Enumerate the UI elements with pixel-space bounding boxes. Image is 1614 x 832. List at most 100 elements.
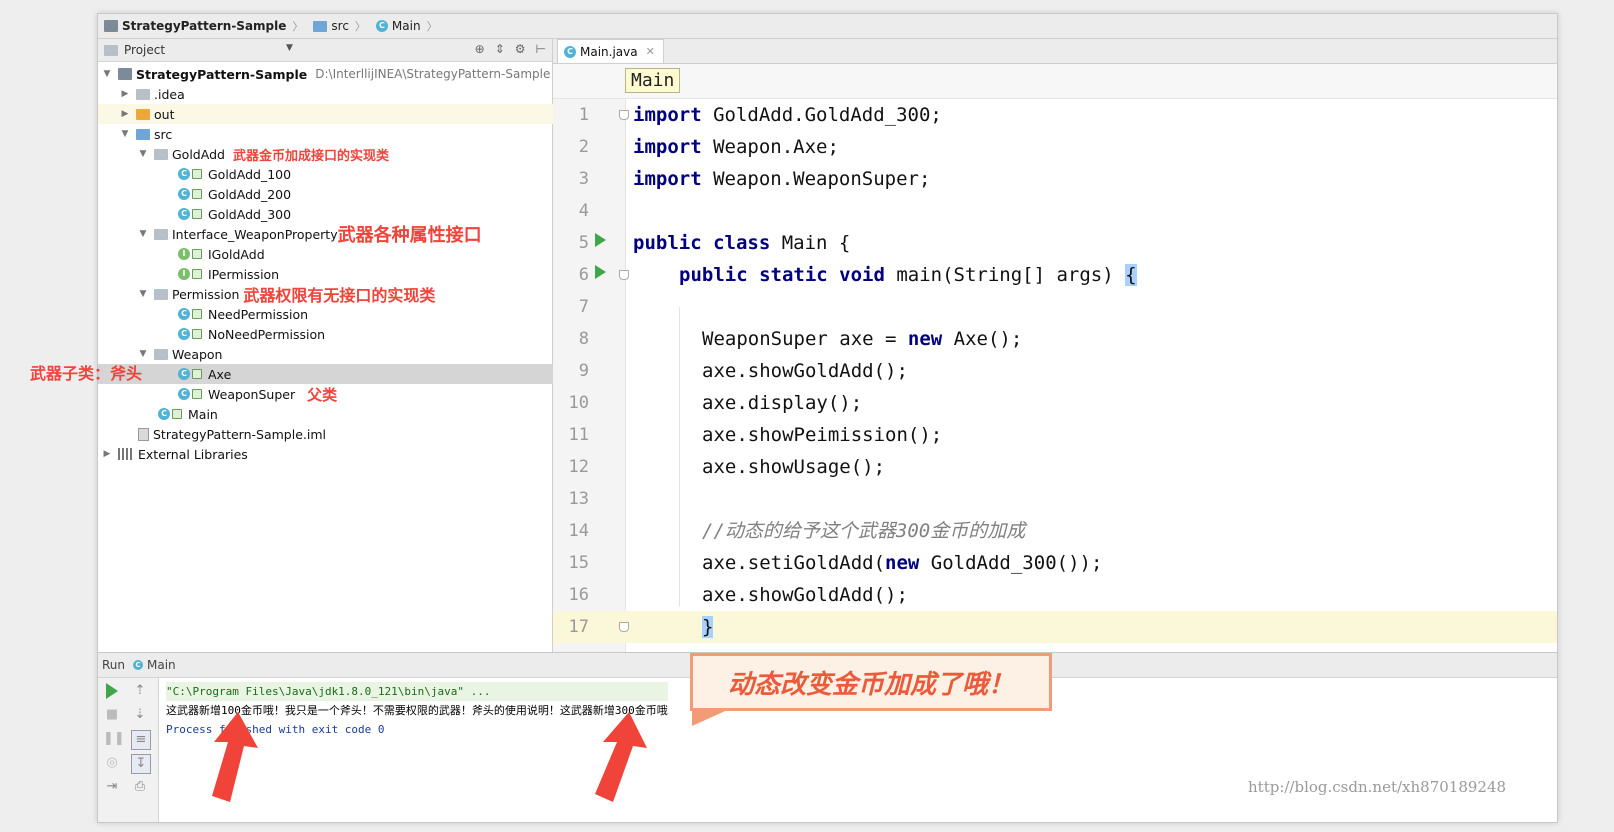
expand-arrow-icon[interactable]: ▼ [138,229,148,239]
line-number: 1 [578,105,589,125]
access-icon [192,209,202,219]
close-icon[interactable]: ✕ [646,45,655,58]
tree-item-src[interactable]: ▼ src [98,124,574,144]
collapsed-arrow-icon[interactable]: ▶ [120,89,130,99]
code-line[interactable]: 11 axe.showPeimission(); [553,419,1557,451]
line-number: 5 [578,233,589,253]
tree-item-out[interactable]: ▶ out [98,104,574,124]
code-line[interactable]: 13 [553,483,1557,515]
module-icon [118,68,132,80]
run-config-label[interactable]: Main [147,658,176,672]
code-line[interactable]: 4 [553,195,1557,227]
breadcrumb-project[interactable]: StrategyPattern-Sample 〉 [98,18,307,34]
tree-item-weaponsuper[interactable]: C WeaponSuper 父类 [98,384,632,404]
code-line[interactable]: 14 //动态的给予这个武器300金币的加成 [553,515,1557,547]
tree-item-goldadd-200[interactable]: C GoldAdd_200 [98,184,632,204]
code-text: import GoldAdd.GoldAdd_300; [633,104,942,126]
tree-item-needpermission[interactable]: C NeedPermission [98,304,632,324]
tree-item-ipermission[interactable]: I IPermission [98,264,632,284]
collapsed-arrow-icon[interactable]: ▶ [102,449,112,459]
class-icon: C [375,20,388,32]
pause-icon[interactable]: ❚❚ [103,730,125,748]
print-icon[interactable]: ⎙ [131,778,149,796]
tree-item-permission[interactable]: ▼ Permission 武器权限有无接口的实现类 [98,284,592,305]
code-line[interactable]: 7 [553,291,1557,323]
tree-item-project-root[interactable]: ▼ StrategyPattern-Sample D:\InterllijINE… [98,64,556,84]
expand-arrow-icon[interactable]: ▼ [138,349,148,359]
code-line[interactable]: 3 import Weapon.WeaponSuper; [553,163,1557,195]
run-gutter-icon[interactable] [595,233,606,247]
fold-icon[interactable] [619,110,629,120]
code-line[interactable]: 6 public static void main(String[] args) … [553,259,1557,291]
gear-icon[interactable]: ⚙ [515,42,526,56]
editor-tabs: C Main.java ✕ [553,39,1557,64]
tree-item-noneedpermission[interactable]: C NoNeedPermission [98,324,632,344]
code-line[interactable]: 9 axe.showGoldAdd(); [553,355,1557,387]
dump-threads-icon[interactable]: ◎ [103,754,121,772]
access-icon [192,169,202,179]
breadcrumb-main[interactable]: C Main 〉 [370,18,442,34]
scroll-from-source-icon[interactable]: ⊕ [475,42,485,56]
code-area[interactable]: 1 import GoldAdd.GoldAdd_300; 2 import Weap… [553,99,1557,652]
arrow-up-icon[interactable]: ⇡ [131,682,149,700]
fold-icon[interactable] [619,622,629,632]
tree-item-weapon[interactable]: ▼ Weapon [98,344,592,364]
code-line[interactable]: 10 axe.display(); [553,387,1557,419]
tree-item-goldadd-100[interactable]: C GoldAdd_100 [98,164,632,184]
project-panel-header: Project ▼ ⊕ ⇕ ⚙ ⊢ [98,39,552,62]
code-line[interactable]: 15 axe.setiGoldAdd(new GoldAdd_300()); [553,547,1557,579]
fold-icon[interactable] [619,270,629,280]
arrow-down-icon[interactable]: ⇣ [131,706,149,724]
tree-item-idea[interactable]: ▶ .idea [98,84,574,104]
line-number: 6 [578,265,589,285]
tree-item-axe[interactable]: C Axe [98,364,632,384]
line-number: 3 [578,169,589,189]
run-gutter-icon[interactable] [595,265,606,279]
source-folder-icon [136,128,150,140]
rerun-button[interactable] [103,682,121,700]
expand-arrow-icon[interactable]: ▼ [138,149,148,159]
code-line[interactable]: 8 WeaponSuper axe = new Axe(); [553,323,1557,355]
editor-breadcrumb-main[interactable]: Main [625,68,681,93]
interface-icon: I [178,248,190,260]
code-line[interactable]: 5 public class Main { [553,227,1557,259]
tree-item-iml[interactable]: StrategyPattern-Sample.iml [98,424,592,444]
hide-panel-icon[interactable]: ⊢ [536,42,546,56]
project-view-selector[interactable]: Project [124,43,165,57]
line-number: 8 [578,329,589,349]
code-text: axe.showGoldAdd(); [702,584,908,606]
expand-arrow-icon[interactable]: ▼ [102,69,112,79]
tree-item-interface-weaponproperty[interactable]: ▼ Interface_WeaponProperty 武器各种属性接口 [98,224,592,246]
run-tab-label[interactable]: Run [102,658,125,672]
code-line[interactable]: 2 import Weapon.Axe; [553,131,1557,163]
indent-guide [679,307,680,607]
tree-item-goldadd[interactable]: ▼ GoldAdd 武器金币加成接口的实现类 [98,144,592,164]
exit-icon[interactable]: ⇥ [103,778,121,796]
access-icon [192,189,202,199]
line-number: 2 [578,137,589,157]
scroll-to-end-icon[interactable]: ↧ [131,754,151,774]
code-line[interactable]: 1 import GoldAdd.GoldAdd_300; [553,99,1557,131]
tree-item-igoldadd[interactable]: I IGoldAdd [98,244,632,264]
expand-arrow-icon[interactable]: ▼ [120,129,130,139]
code-text: axe.showPeimission(); [702,424,943,446]
breadcrumb-src[interactable]: src 〉 [307,18,370,34]
tree-item-external-libraries[interactable]: ▶ External Libraries [98,444,556,464]
soft-wrap-icon[interactable]: ≡ [131,730,151,750]
expand-arrow-icon[interactable]: ▼ [138,289,148,299]
access-icon [192,329,202,339]
collapse-all-icon[interactable]: ⇕ [495,42,505,56]
access-icon [192,309,202,319]
code-line[interactable]: 16 axe.showGoldAdd(); [553,579,1557,611]
collapsed-arrow-icon[interactable]: ▶ [120,109,130,119]
tree-item-main[interactable]: C Main [98,404,612,424]
class-icon: C [178,388,190,400]
code-line[interactable]: 12 axe.showUsage(); [553,451,1557,483]
tab-main-java[interactable]: C Main.java ✕ [557,39,664,63]
line-number: 10 [568,393,589,413]
code-text: import Weapon.Axe; [633,136,839,158]
stop-icon[interactable]: ■ [103,706,121,724]
code-line[interactable]: 17} [553,611,1557,643]
chevron-down-icon[interactable]: ▼ [286,43,293,53]
access-icon [192,249,202,259]
